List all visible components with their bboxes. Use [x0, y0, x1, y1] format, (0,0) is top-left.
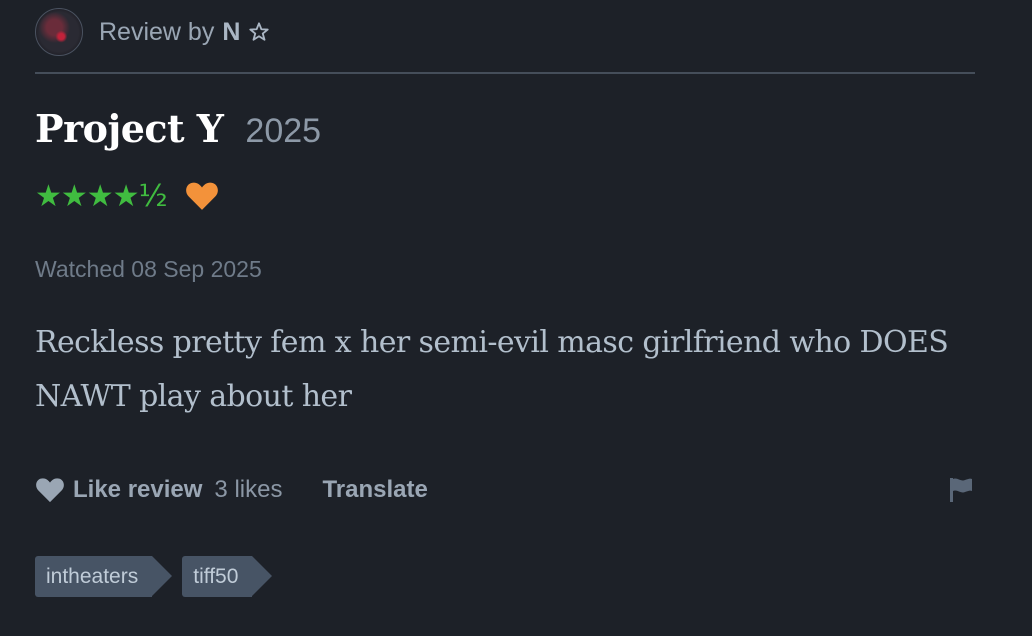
like-heart-icon[interactable]: [35, 477, 65, 503]
review-actions: Like review 3 likes Translate: [35, 470, 975, 510]
review-header: Review by N: [35, 8, 270, 56]
film-title[interactable]: Project Y: [35, 106, 224, 151]
rating-row: ★★★★½: [35, 178, 219, 214]
review-page: Review by N Project Y 2025 ★★★★½ Watched…: [0, 0, 1032, 636]
watched-date: Watched 08 Sep 2025: [35, 256, 262, 282]
film-title-row: Project Y 2025: [35, 106, 321, 151]
like-review-button[interactable]: Like review: [73, 476, 202, 504]
avatar[interactable]: [35, 8, 83, 56]
header-divider: [35, 72, 975, 74]
review-by-line: Review by N: [99, 18, 270, 47]
reviewer-name[interactable]: N: [222, 18, 240, 47]
review-by-label: Review by: [99, 17, 215, 46]
star-outline-icon: [249, 22, 270, 41]
tag-list: intheaters tiff50: [35, 556, 282, 597]
like-count[interactable]: 3 likes: [214, 476, 282, 504]
film-year[interactable]: 2025: [245, 112, 321, 151]
review-body: Reckless pretty fem x her semi-evil masc…: [35, 325, 949, 414]
tag-intheaters[interactable]: intheaters: [35, 556, 173, 597]
star-rating: ★★★★½: [35, 178, 168, 214]
tag-tiff50[interactable]: tiff50: [182, 556, 273, 597]
flag-icon[interactable]: [947, 476, 975, 504]
translate-button[interactable]: Translate: [322, 476, 427, 504]
liked-heart-icon: [185, 182, 218, 210]
